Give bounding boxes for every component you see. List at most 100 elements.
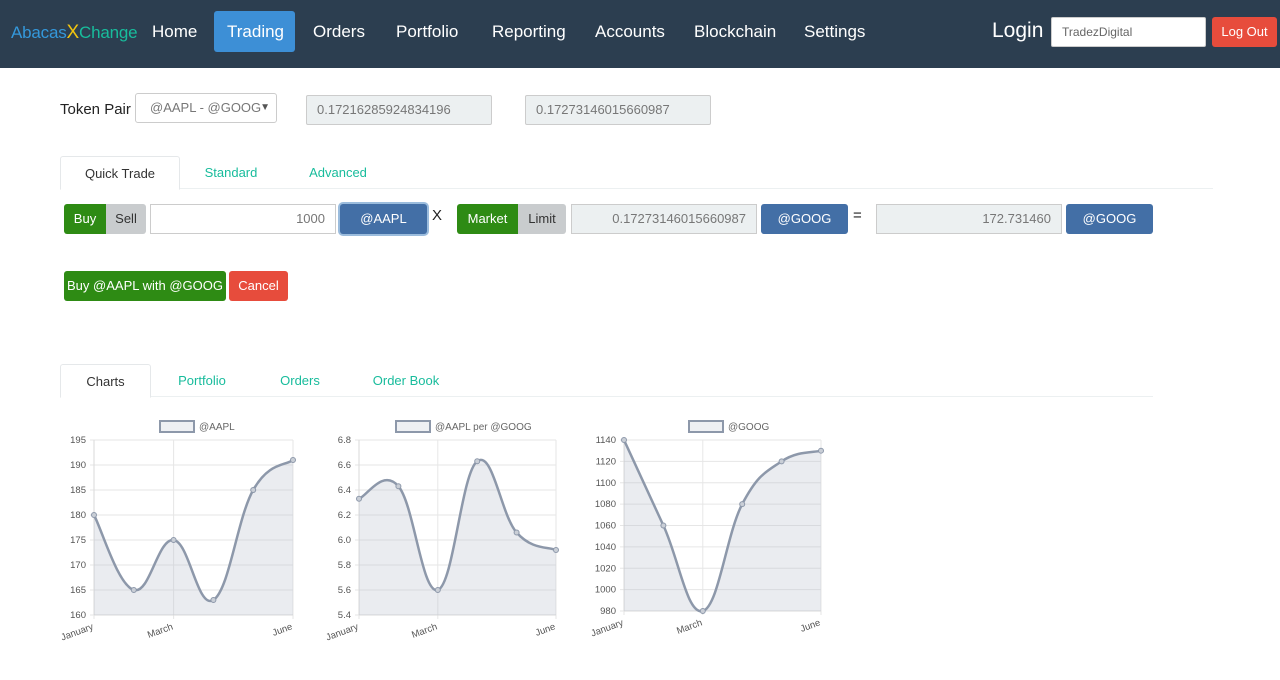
data-point[interactable] bbox=[699, 608, 706, 614]
nav-reporting[interactable]: Reporting bbox=[479, 11, 579, 52]
token-pair-select[interactable]: @AAPL - @GOOG ▼ bbox=[135, 93, 277, 123]
y-tick-label: 6.0 bbox=[338, 535, 351, 546]
legend-swatch bbox=[395, 420, 431, 433]
x-tick-label: January bbox=[589, 617, 625, 639]
y-tick-label: 165 bbox=[70, 585, 86, 596]
data-point[interactable] bbox=[553, 547, 559, 553]
nav-trading[interactable]: Trading bbox=[214, 11, 295, 52]
y-tick-label: 1140 bbox=[596, 435, 616, 446]
y-tick-label: 185 bbox=[70, 485, 86, 496]
rate-field-1: 0.17216285924834196 bbox=[306, 95, 492, 125]
data-point[interactable] bbox=[660, 522, 667, 529]
x-tick-label: June bbox=[799, 617, 822, 634]
data-point[interactable] bbox=[434, 587, 441, 593]
tab-orders[interactable]: Orders bbox=[265, 364, 335, 398]
y-tick-label: 1060 bbox=[595, 521, 616, 532]
y-tick-label: 5.6 bbox=[338, 585, 351, 596]
x-tick-label: June bbox=[271, 621, 294, 638]
nav-blockchain[interactable]: Blockchain bbox=[681, 11, 789, 52]
username-input[interactable]: TradezDigital bbox=[1051, 17, 1206, 47]
market-toggle[interactable]: Market bbox=[457, 204, 518, 234]
data-point[interactable] bbox=[290, 457, 296, 463]
y-tick-label: 170 bbox=[70, 560, 86, 571]
brand-part-3: Change bbox=[79, 23, 138, 42]
x-tick-label: January bbox=[324, 621, 360, 643]
cancel-button[interactable]: Cancel bbox=[229, 271, 288, 301]
token-pair-selected: @AAPL - @GOOG bbox=[150, 100, 262, 115]
tab-order-book[interactable]: Order Book bbox=[358, 364, 454, 398]
tab-charts[interactable]: Charts bbox=[60, 364, 151, 398]
y-tick-label: 1100 bbox=[596, 478, 616, 489]
chart-svg: @GOOG 980 1000 1020 1040 1060 1080 1100 1120 1140… bbox=[589, 420, 824, 639]
y-tick-label: 6.8 bbox=[338, 435, 351, 446]
top-navbar: AbacasXChange Home Trading Orders Portfo… bbox=[0, 0, 1280, 68]
y-tick-label: 190 bbox=[70, 460, 86, 471]
y-tick-label: 1120 bbox=[596, 456, 616, 467]
data-point[interactable] bbox=[818, 447, 824, 454]
y-tick-label: 6.2 bbox=[338, 510, 351, 521]
legend-swatch bbox=[688, 420, 724, 433]
y-tick-label: 1020 bbox=[595, 563, 616, 574]
data-point[interactable] bbox=[250, 487, 257, 493]
y-tick-label: 195 bbox=[70, 435, 86, 446]
equals-sign: = bbox=[853, 207, 862, 224]
legend-label: @AAPL per @GOOG bbox=[435, 422, 532, 433]
data-point[interactable] bbox=[513, 529, 520, 536]
nav-orders[interactable]: Orders bbox=[300, 11, 378, 52]
data-point[interactable] bbox=[395, 483, 402, 490]
base-token-button[interactable]: @AAPL bbox=[340, 204, 427, 234]
data-point[interactable] bbox=[210, 597, 217, 603]
data-point[interactable] bbox=[474, 458, 481, 465]
y-tick-label: 1000 bbox=[595, 585, 616, 596]
tab-quick-trade[interactable]: Quick Trade bbox=[60, 156, 180, 190]
brand-part-2: X bbox=[66, 22, 80, 43]
data-point[interactable] bbox=[91, 512, 97, 518]
x-tick-label: March bbox=[675, 617, 704, 636]
y-tick-label: 6.6 bbox=[338, 460, 351, 471]
data-point[interactable] bbox=[170, 537, 177, 543]
brand-part-1: Abacas bbox=[11, 23, 67, 42]
quantity-input[interactable]: 1000 bbox=[150, 204, 336, 234]
total-token-button[interactable]: @GOOG bbox=[1066, 204, 1153, 234]
x-tick-label: March bbox=[410, 621, 439, 640]
y-tick-label: 160 bbox=[70, 610, 86, 621]
chart-svg: @AAPL per @GOOG 5.4 5.6 5.8 6.0 6.2 6.4 6.6 6.8 J… bbox=[324, 420, 559, 643]
total-field: 172.731460 bbox=[876, 204, 1062, 234]
data-point[interactable] bbox=[739, 501, 746, 508]
price-token-button[interactable]: @GOOG bbox=[761, 204, 848, 234]
x-tick-label: January bbox=[59, 621, 95, 643]
logout-button[interactable]: Log Out bbox=[1212, 17, 1277, 47]
tab-standard[interactable]: Standard bbox=[186, 156, 276, 190]
sell-toggle[interactable]: Sell bbox=[106, 204, 146, 234]
brand-logo[interactable]: AbacasXChange bbox=[11, 22, 138, 44]
series-area bbox=[94, 460, 293, 615]
nav-home[interactable]: Home bbox=[139, 11, 210, 52]
buy-toggle[interactable]: Buy bbox=[64, 204, 106, 234]
y-tick-label: 980 bbox=[600, 606, 616, 617]
y-tick-label: 1080 bbox=[595, 499, 616, 510]
caret-down-icon: ▼ bbox=[260, 102, 270, 113]
times-sign: X bbox=[432, 207, 443, 224]
chart-svg: @AAPL 160 165 170 175 180 185 190 195 January Marc… bbox=[59, 420, 296, 643]
rate-field-2: 0.17273146015660987 bbox=[525, 95, 711, 125]
data-point[interactable] bbox=[130, 587, 137, 593]
tab-portfolio[interactable]: Portfolio bbox=[160, 364, 244, 398]
series-area bbox=[359, 459, 556, 615]
x-tick-label: March bbox=[146, 621, 175, 640]
data-point[interactable] bbox=[356, 495, 362, 502]
price-field: 0.17273146015660987 bbox=[571, 204, 757, 234]
y-tick-label: 180 bbox=[70, 510, 86, 521]
y-tick-label: 5.8 bbox=[338, 560, 351, 571]
data-point[interactable] bbox=[778, 458, 785, 465]
limit-toggle[interactable]: Limit bbox=[518, 204, 566, 234]
submit-trade-button[interactable]: Buy @AAPL with @GOOG bbox=[64, 271, 226, 301]
login-label: Login bbox=[992, 19, 1044, 42]
nav-settings[interactable]: Settings bbox=[791, 11, 878, 52]
goog-price-chart: @GOOG 980 1000 1020 1040 1060 1080 1100 1120 1140… bbox=[580, 415, 830, 645]
tab-advanced[interactable]: Advanced bbox=[296, 156, 380, 190]
data-point[interactable] bbox=[621, 437, 627, 443]
nav-portfolio[interactable]: Portfolio bbox=[383, 11, 471, 52]
nav-accounts[interactable]: Accounts bbox=[582, 11, 678, 52]
y-tick-label: 5.4 bbox=[338, 610, 351, 621]
legend-swatch bbox=[159, 420, 195, 433]
